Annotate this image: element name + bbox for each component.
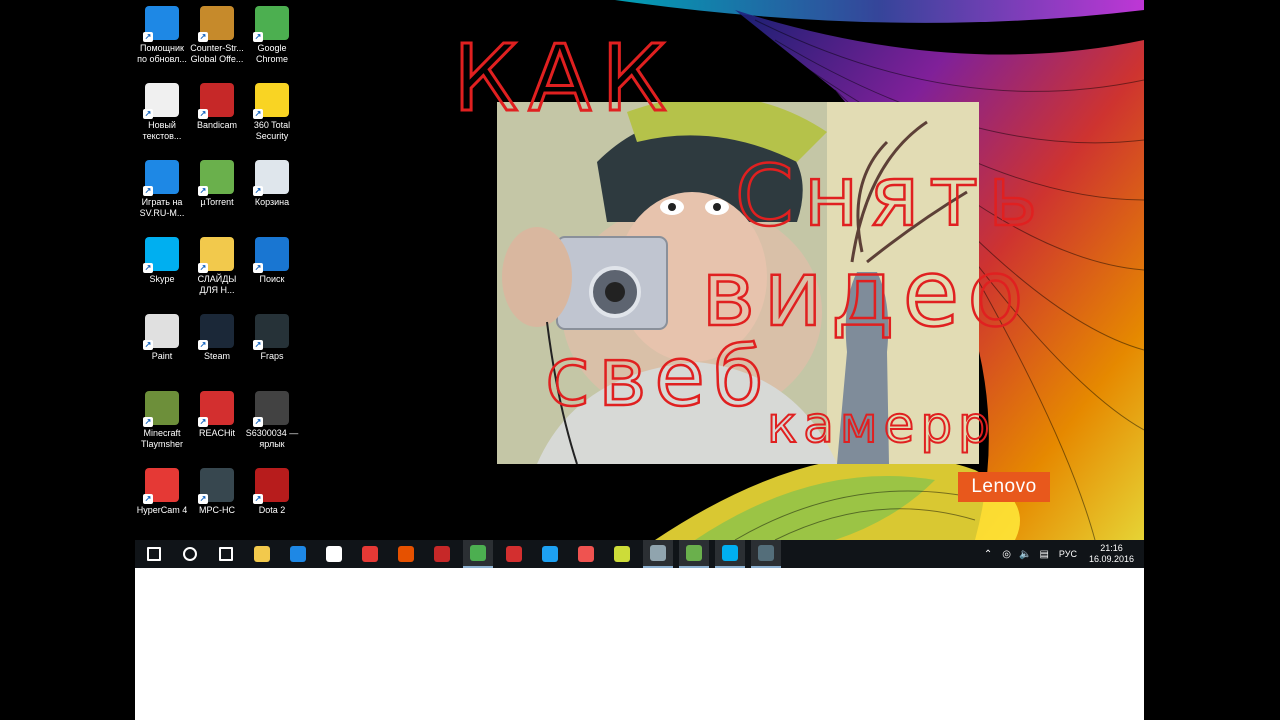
file-explorer-icon	[254, 546, 270, 562]
language-indicator[interactable]: РУС	[1059, 549, 1077, 559]
taskbar-button[interactable]	[319, 540, 349, 568]
clock-date: 16.09.2016	[1088, 554, 1134, 564]
steam-icon	[758, 545, 774, 561]
system-tray: ⌃ ◎ 🔈 ▤ РУС 21:16 16.09.2016	[978, 540, 1144, 568]
taskbar-button[interactable]	[499, 540, 529, 568]
taskbar-button[interactable]	[283, 540, 313, 568]
taskbar-button[interactable]	[247, 540, 277, 568]
clock-time: 21:16	[1100, 543, 1123, 553]
chrome-icon	[470, 545, 486, 561]
taskbar-button[interactable]	[463, 540, 493, 568]
chevron-up-icon[interactable]: ⌃	[984, 549, 992, 560]
taskbar-button[interactable]	[139, 540, 169, 568]
office-icon	[398, 546, 414, 562]
left-letterbox	[0, 0, 135, 720]
skype-icon	[722, 545, 738, 561]
taskbar: ⌃ ◎ 🔈 ▤ РУС 21:16 16.09.2016	[135, 540, 1144, 568]
blank-area	[135, 568, 1144, 720]
taskbar-button[interactable]	[355, 540, 385, 568]
network-icon[interactable]: ◎	[1002, 549, 1011, 560]
twitter-icon	[542, 546, 558, 562]
taskbar-button[interactable]	[751, 540, 781, 568]
overlay-word-sveb: свеб	[545, 330, 771, 425]
fraps-icon	[614, 546, 630, 562]
desktop: ↗ Помощник по обновл... ↗ Counter-Str... Gl…	[135, 0, 1144, 540]
taskbar-button[interactable]	[391, 540, 421, 568]
start-icon	[147, 547, 161, 561]
action-center-icon[interactable]: ▤	[1039, 549, 1048, 560]
hypercam-icon	[578, 546, 594, 562]
taskbar-button[interactable]	[643, 540, 673, 568]
clock[interactable]: 21:16 16.09.2016	[1083, 543, 1144, 565]
overlay-word-snyat: Снять	[735, 147, 1048, 245]
taskbar-button[interactable]	[427, 540, 457, 568]
movie-maker-icon	[650, 545, 666, 561]
mail-icon	[362, 546, 378, 562]
right-letterbox	[1144, 0, 1280, 720]
taskbar-button[interactable]	[535, 540, 565, 568]
utorrent-icon	[686, 545, 702, 561]
taskbar-button[interactable]	[571, 540, 601, 568]
edge-icon	[290, 546, 306, 562]
taskbar-button[interactable]	[607, 540, 637, 568]
lenovo-logo: Lenovo	[958, 472, 1050, 502]
overlay-word-kamerr: камерр	[767, 396, 996, 454]
overlay-word-kak: КАК	[453, 25, 677, 132]
taskbar-button[interactable]	[175, 540, 205, 568]
taskbar-button[interactable]	[715, 540, 745, 568]
taskbar-button[interactable]	[211, 540, 241, 568]
volume-icon[interactable]: 🔈	[1019, 549, 1031, 560]
handwritten-overlay: КАК Снять видео свеб камерр	[452, 24, 1048, 456]
search-icon	[183, 547, 197, 561]
mcafee-icon	[434, 546, 450, 562]
bandicam-icon	[506, 546, 522, 562]
task-view-icon	[219, 547, 233, 561]
store-icon	[326, 546, 342, 562]
taskbar-button[interactable]	[679, 540, 709, 568]
